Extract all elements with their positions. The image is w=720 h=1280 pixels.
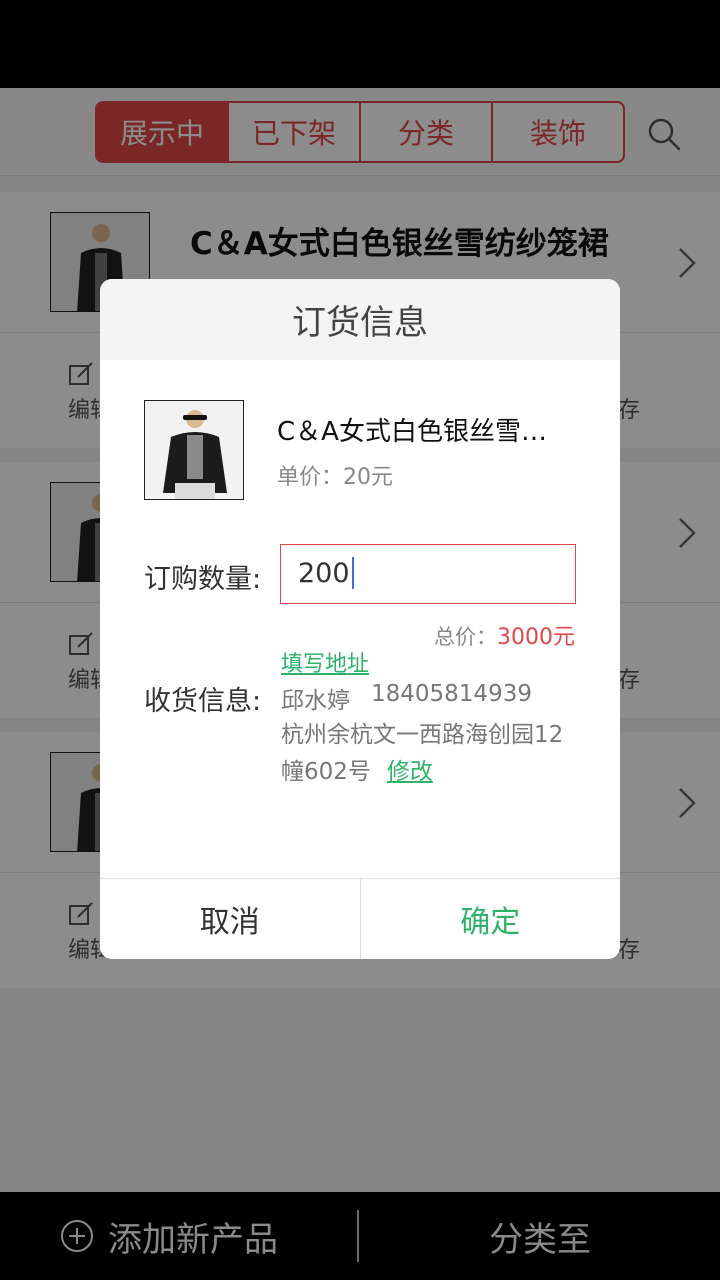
add-product-label: 添加新产品: [108, 1219, 278, 1260]
receiver-address-block: 杭州余杭文一西路海创园12幢602号 修改: [281, 717, 581, 791]
quantity-input[interactable]: 200: [280, 544, 576, 604]
total-price: 总价：3000元: [434, 619, 575, 651]
total-label: 总价：: [434, 625, 497, 649]
receiver-name: 邱水婷: [281, 688, 350, 714]
receiver-phone: 18405814939: [371, 681, 532, 707]
fill-address-link[interactable]: 填写地址: [281, 646, 369, 678]
plus-circle-icon: [61, 1220, 93, 1252]
dialog-product-image: [144, 400, 244, 500]
dialog-actions: 取消 确定: [100, 878, 620, 959]
quantity-value: 200: [298, 558, 350, 589]
cancel-button[interactable]: 取消: [100, 879, 361, 959]
categorize-button[interactable]: 分类至: [360, 1192, 720, 1280]
dialog-title: 订货信息: [100, 279, 620, 360]
shipping-label: 收货信息:: [144, 686, 262, 717]
confirm-button[interactable]: 确定: [361, 879, 621, 959]
order-dialog: 订货信息 C＆A女式白色银丝雪… 单价：20元 订购数量: 200 总价：300…: [100, 279, 620, 959]
text-caret: [351, 556, 354, 589]
status-bar: [0, 0, 720, 88]
quantity-label: 订购数量:: [144, 564, 262, 595]
bottom-action-bar: 添加新产品 分类至: [0, 1192, 720, 1280]
dialog-product-name: C＆A女式白色银丝雪…: [277, 417, 547, 447]
dialog-unit-price: 单价：20元: [277, 465, 393, 490]
bar-divider: [357, 1210, 359, 1262]
add-product-button[interactable]: 添加新产品: [60, 1192, 278, 1280]
edit-address-link[interactable]: 修改: [387, 759, 433, 785]
total-value: 3000元: [497, 625, 575, 650]
